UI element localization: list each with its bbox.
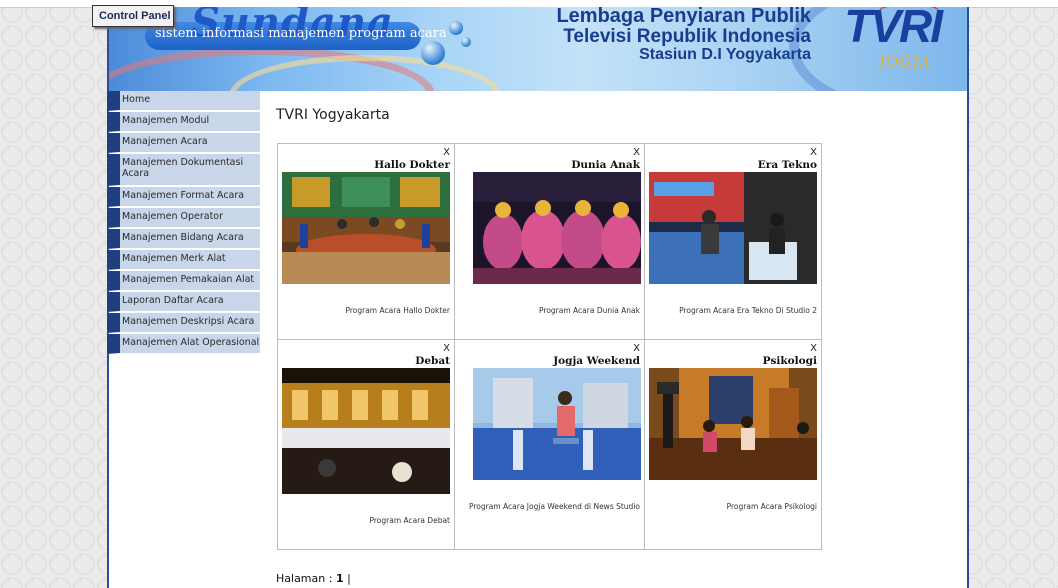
program-title: Debat [415,355,450,367]
sidebar-item-manajemen-merk-alat[interactable]: Manajemen Merk Alat [107,250,260,270]
program-description: Program Acara Era Tekno Di Studio 2 [679,306,817,315]
sidebar-item-manajemen-bidang-acara[interactable]: Manajemen Bidang Acara [107,229,260,249]
tvri-logo: TVRI [844,7,943,52]
program-image-era-tekno [649,172,817,284]
program-description: Program Acara Jogja Weekend di News Stud… [469,502,640,511]
program-title: Hallo Dokter [374,159,450,171]
program-card-era-tekno: X Era Tekno Program Acara Era Tekno Di S… [645,144,821,340]
program-card-psikologi: X Psikologi Program Acara Psikologi [645,340,821,549]
program-image-psikologi [649,368,817,480]
program-card-hallo-dokter: X Hallo Dokter Program Acara Hallo Dokte… [278,144,455,340]
sidebar-item-manajemen-modul[interactable]: Manajemen Modul [107,112,260,132]
sidebar-item-manajemen-format-acara[interactable]: Manajemen Format Acara [107,187,260,207]
close-icon[interactable]: X [810,147,817,158]
tvri-logo-sub: JOGJA [878,53,931,71]
close-icon[interactable]: X [810,343,817,354]
sidebar-item-manajemen-alat-operasional[interactable]: Manajemen Alat Operasional [107,334,260,354]
program-image-debat [282,368,450,494]
bubble-decoration [449,21,463,35]
sidebar-item-manajemen-operator[interactable]: Manajemen Operator [107,208,260,228]
page-link-1[interactable]: 1 [336,572,344,585]
program-title: Era Tekno [757,159,817,171]
sidebar-item-home[interactable]: Home [107,91,260,111]
program-description: Program Acara Dunia Anak [539,306,640,315]
sidebar-item-manajemen-deskripsi-acara[interactable]: Manajemen Deskripsi Acara [107,313,260,333]
close-icon[interactable]: X [443,147,450,158]
program-card-debat: X Debat Program Acara Debat [278,340,455,549]
program-title: Dunia Anak [571,159,640,171]
program-description: Program Acara Hallo Dokter [345,306,450,315]
program-title: Psikologi [762,355,817,367]
program-card-dunia-anak: X Dunia Anak Program Acara Dunia Anak [455,144,645,340]
sidebar-item-manajemen-dokumentasi-acara[interactable]: Manajemen Dokumentasi Acara [107,154,260,186]
control-panel-button[interactable]: Control Panel [92,5,174,27]
sidebar-item-manajemen-acara[interactable]: Manajemen Acara [107,133,260,153]
sidebar-menu: Home Manajemen Modul Manajemen Acara Man… [107,91,260,355]
program-title: Jogja Weekend [553,355,640,367]
pagination-label: Halaman : [276,572,333,585]
org-name-line1: Lembaga Penyiaran Publik [556,7,811,27]
pagination: Halaman : 1 | [276,572,351,585]
page-title: TVRI Yogyakarta [276,107,390,123]
org-name-line3: Stasiun D.I Yogyakarta [639,46,811,63]
program-image-dunia-anak [473,172,641,284]
bubble-decoration [421,41,445,65]
site-tagline: sistem informasi manajemen program acara [155,26,447,41]
program-card-jogja-weekend: X Jogja Weekend Program Acara Jogja Week… [455,340,645,549]
program-description: Program Acara Psikologi [726,502,817,511]
site-header: Sundana sistem informasi manajemen progr… [109,7,967,91]
program-image-hallo-dokter [282,172,450,284]
program-image-jogja-weekend [473,368,641,480]
sidebar-item-manajemen-pemakaian-alat[interactable]: Manajemen Pemakaian Alat [107,271,260,291]
close-icon[interactable]: X [633,343,640,354]
close-icon[interactable]: X [443,343,450,354]
org-name-line2: Televisi Republik Indonesia [563,26,811,47]
bubble-decoration [461,37,471,47]
pagination-separator: | [347,572,351,585]
program-description: Program Acara Debat [369,516,451,525]
program-grid: X Hallo Dokter Program Acara Hallo Dokte… [277,143,822,550]
sidebar-item-laporan-daftar-acara[interactable]: Laporan Daftar Acara [107,292,260,312]
close-icon[interactable]: X [633,147,640,158]
